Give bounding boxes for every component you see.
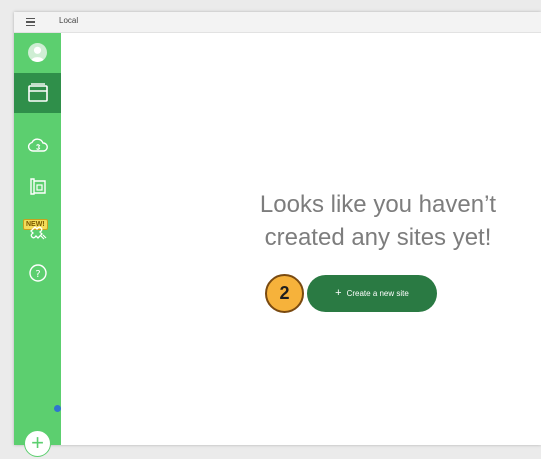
sidebar-item-connect[interactable] bbox=[14, 125, 61, 165]
create-new-site-label: Create a new site bbox=[346, 289, 409, 298]
sidebar-item-blueprints[interactable] bbox=[14, 166, 61, 206]
empty-state-line-1: Looks like you haven’t bbox=[259, 191, 497, 218]
cloud-icon bbox=[27, 138, 48, 152]
plus-icon: + bbox=[335, 287, 342, 299]
avatar[interactable] bbox=[28, 43, 47, 62]
title-bar: Local bbox=[14, 12, 541, 33]
step-number-callout: 2 bbox=[265, 274, 304, 313]
blueprint-icon bbox=[29, 178, 46, 195]
hamburger-menu-icon[interactable] bbox=[26, 18, 35, 27]
create-new-site-button[interactable]: + Create a new site bbox=[307, 275, 437, 312]
help-icon: ? bbox=[28, 264, 47, 282]
sidebar-item-help[interactable]: ? bbox=[14, 253, 61, 293]
add-site-button[interactable]: + bbox=[24, 430, 51, 457]
sidebar-item-sites[interactable] bbox=[14, 73, 61, 113]
puzzle-icon bbox=[29, 226, 46, 240]
sidebar: NEW! ? + bbox=[14, 33, 61, 457]
sites-icon bbox=[27, 83, 48, 102]
user-icon bbox=[30, 46, 45, 62]
empty-state-line-2: created any sites yet! bbox=[264, 224, 492, 251]
svg-text:?: ? bbox=[35, 269, 40, 280]
notification-dot bbox=[54, 405, 61, 412]
plus-icon: + bbox=[31, 429, 44, 455]
app-title: Local bbox=[59, 16, 79, 25]
sidebar-item-add-ons[interactable] bbox=[14, 213, 61, 253]
empty-state-message: Looks like you haven’t created any sites… bbox=[233, 188, 523, 254]
